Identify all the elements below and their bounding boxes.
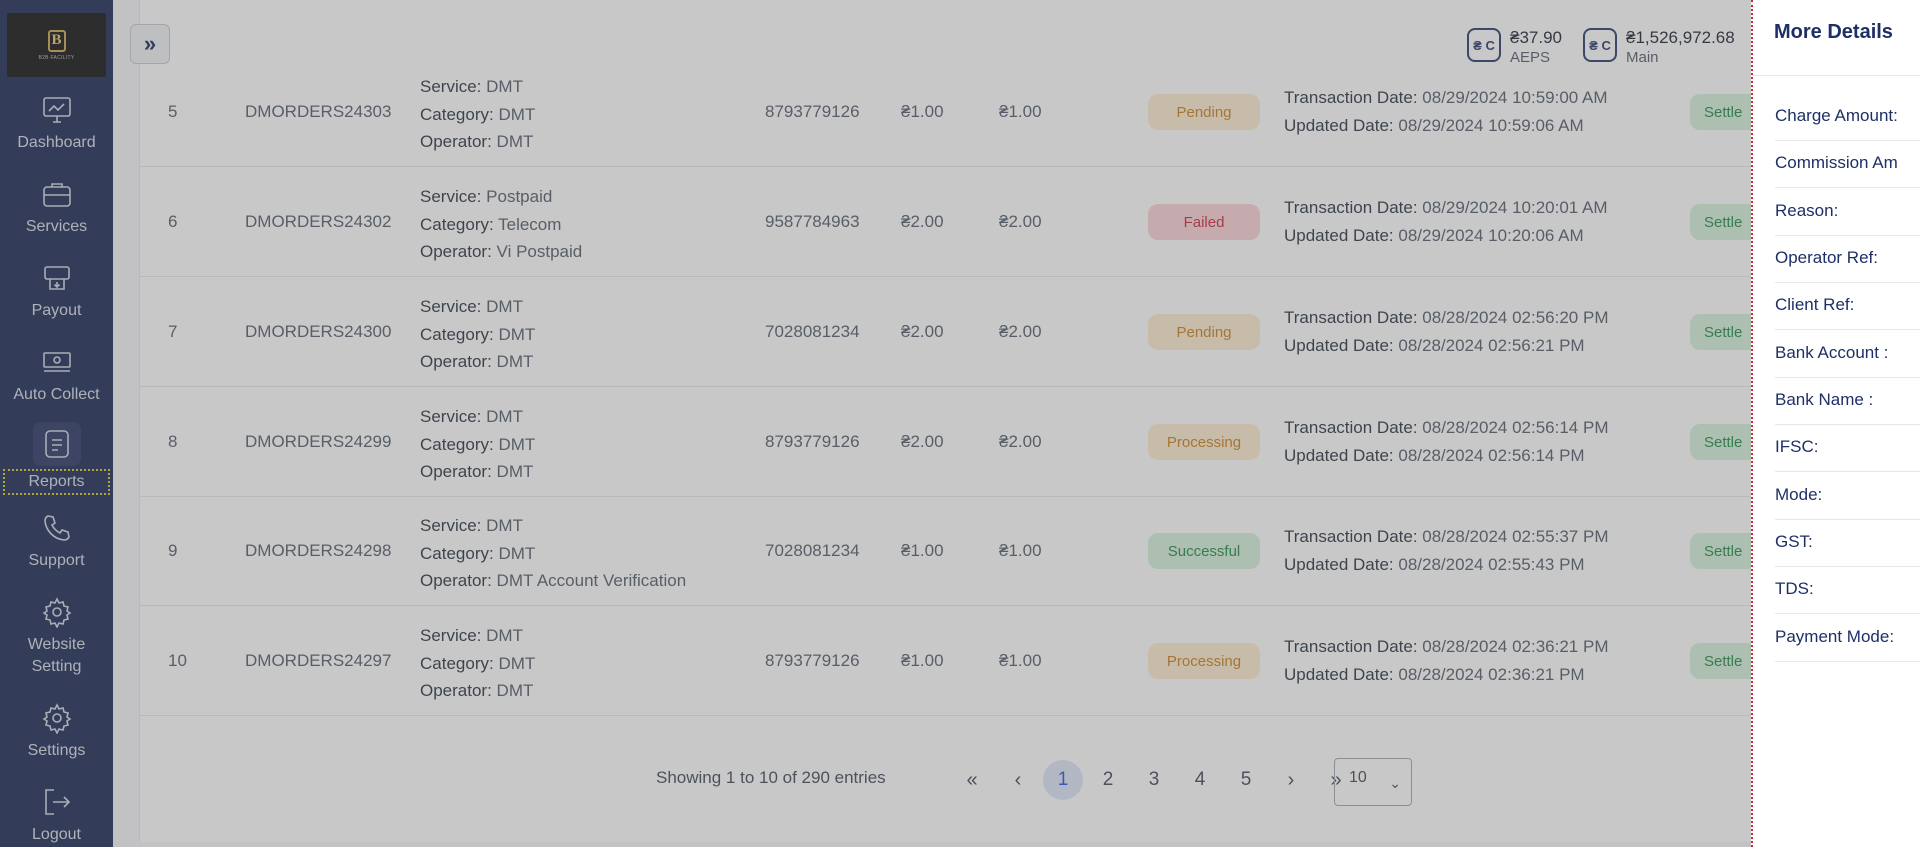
detail-field: GST: <box>1775 520 1920 567</box>
drawer-title: More Details <box>1774 21 1893 43</box>
detail-field: IFSC: <box>1775 425 1920 472</box>
detail-field: Mode: <box>1775 473 1920 520</box>
detail-field: TDS: <box>1775 567 1920 614</box>
detail-field: Charge Amount: <box>1775 94 1920 141</box>
detail-field: Operator Ref: <box>1775 236 1920 283</box>
detail-field: Client Ref: <box>1775 283 1920 330</box>
detail-field: Commission Am <box>1775 141 1920 188</box>
detail-field: Payment Mode: <box>1775 615 1920 662</box>
detail-field: Reason: <box>1775 189 1920 236</box>
detail-field: Bank Name : <box>1775 378 1920 425</box>
more-details-drawer: More Details Charge Amount: Commission Am… <box>1751 0 1920 847</box>
modal-backdrop[interactable] <box>0 0 1751 847</box>
detail-field: Bank Account : <box>1775 331 1920 378</box>
